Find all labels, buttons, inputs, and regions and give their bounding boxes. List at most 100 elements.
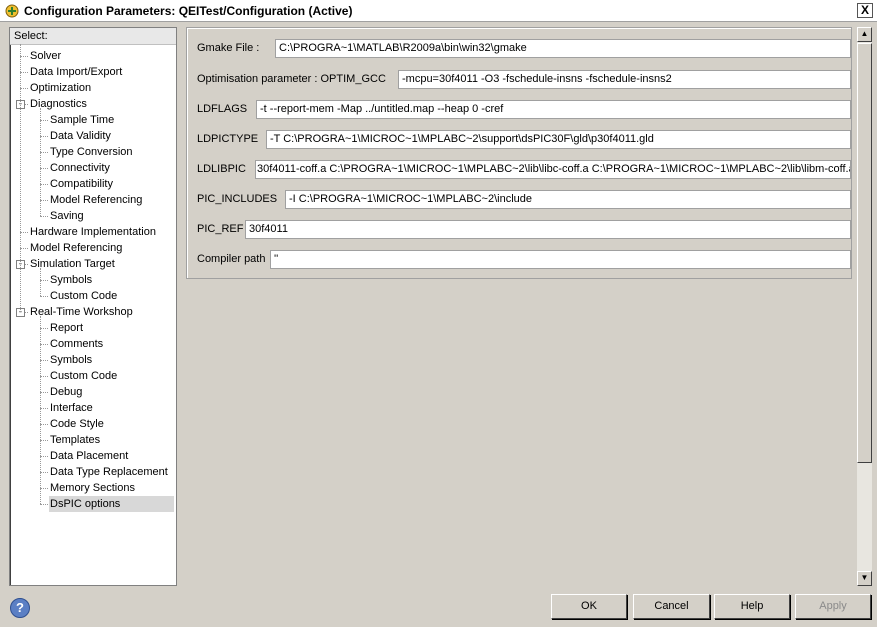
apply-button[interactable]: Apply	[795, 594, 871, 619]
tree-item[interactable]: Custom Code	[49, 288, 174, 304]
pic-ref-field[interactable]: 30f4011	[245, 219, 851, 239]
ldpictype-field[interactable]: -T C:\PROGRA~1\MICROC~1\MPLABC~2\support…	[266, 129, 851, 149]
pic-includes-label: PIC_INCLUDES	[197, 193, 278, 205]
tree-item[interactable]: Debug	[49, 384, 174, 400]
scroll-down-icon[interactable]: ▼	[857, 571, 872, 586]
scroll-thumb[interactable]	[857, 43, 872, 463]
tree-item-label: Sample Time	[50, 114, 115, 126]
tree-item-label: Templates	[50, 434, 101, 446]
ldlibpic-label: LDLIBPIC	[197, 163, 246, 175]
tree-item[interactable]: Model Referencing	[49, 192, 174, 208]
ok-button[interactable]: OK	[551, 594, 627, 619]
tree-item[interactable]: Templates	[49, 432, 174, 448]
tree-connector	[20, 248, 28, 249]
tree-trunk	[40, 108, 41, 216]
tree-item[interactable]: Solver	[29, 48, 174, 64]
row-ldflags: LDFLAGS -t --report-mem -Map ../untitled…	[197, 99, 851, 119]
compiler-path-field[interactable]: ''	[270, 249, 851, 269]
tree-item[interactable]: Connectivity	[49, 160, 174, 176]
tree-connector	[40, 376, 48, 377]
gmake-label: Gmake File :	[197, 42, 260, 54]
tree-item[interactable]: Diagnostics	[29, 96, 174, 112]
tree-header: Select:	[10, 28, 176, 45]
tree-item[interactable]: Symbols	[49, 272, 174, 288]
row-pic-includes: PIC_INCLUDES -I C:\PROGRA~1\MICROC~1\MPL…	[197, 189, 851, 209]
tree-item-label: Model Referencing	[50, 194, 143, 206]
optim-label: Optimisation parameter : OPTIM_GCC	[197, 73, 386, 85]
tree-item[interactable]: Custom Code	[49, 368, 174, 384]
tree-item[interactable]: Saving	[49, 208, 174, 224]
tree-item[interactable]: Code Style	[49, 416, 174, 432]
tree-connector	[20, 72, 28, 73]
tree-item-label: Report	[50, 322, 84, 334]
ldflags-field[interactable]: -t --report-mem -Map ../untitled.map --h…	[256, 99, 851, 119]
optim-field[interactable]: -mcpu=30f4011 -O3 -fschedule-insns -fsch…	[398, 69, 851, 89]
tree-item-label: Hardware Implementation	[30, 226, 156, 238]
tree-connector	[20, 88, 28, 89]
title-bar: Configuration Parameters: QEITest/Config…	[0, 0, 877, 22]
tree-panel: Select: Solver Data Import/Export Optimiza…	[9, 27, 177, 586]
tree-item-label: Data Validity	[50, 130, 111, 142]
tree-item-label: Memory Sections	[50, 482, 135, 494]
row-ldpictype: LDPICTYPE -T C:\PROGRA~1\MICROC~1\MPLABC…	[197, 129, 851, 149]
tree-connector	[40, 200, 48, 201]
tree-item-label: Data Placement	[50, 450, 129, 462]
tree-connector	[40, 408, 48, 409]
scroll-up-icon[interactable]: ▲	[857, 27, 872, 42]
tree-connector	[40, 472, 48, 473]
tree-item[interactable]: Symbols	[49, 352, 174, 368]
tree-item-label: Symbols	[50, 274, 93, 286]
tree-item-label: Data Import/Export	[30, 66, 123, 78]
question-icon[interactable]: ?	[10, 598, 30, 618]
vertical-scrollbar[interactable]: ▲ ▼	[857, 27, 872, 586]
tree-connector	[20, 232, 28, 233]
tree-item-label: Compatibility	[50, 178, 113, 190]
tree-item-label: Saving	[50, 210, 84, 222]
tree-connector	[40, 184, 48, 185]
tree-connector	[40, 120, 48, 121]
tree-connector	[40, 280, 48, 281]
simulink-icon	[5, 4, 19, 17]
tree-connector	[40, 440, 48, 441]
tree-connector	[40, 152, 48, 153]
ldpictype-label: LDPICTYPE	[197, 133, 259, 145]
tree-item[interactable]: Model Referencing	[29, 240, 174, 256]
tree-item[interactable]: Interface	[49, 400, 174, 416]
tree-item-label: Comments	[50, 338, 104, 350]
tree-item[interactable]: Simulation Target	[29, 256, 174, 272]
tree-item[interactable]: DsPIC options	[49, 496, 174, 512]
tree-item[interactable]: Data Placement	[49, 448, 174, 464]
tree-item[interactable]: Memory Sections	[49, 480, 174, 496]
tree-item[interactable]: Data Validity	[49, 128, 174, 144]
compiler-path-label: Compiler path	[197, 253, 266, 265]
tree-item-label: DsPIC options	[50, 498, 121, 510]
help-button[interactable]: Help	[714, 594, 790, 619]
tree-item-label: Model Referencing	[30, 242, 123, 254]
tree-item[interactable]: Report	[49, 320, 174, 336]
tree-item[interactable]: Data Import/Export	[29, 64, 174, 80]
tree-item-label: Connectivity	[50, 162, 110, 174]
ldlibpic-field[interactable]: 30f4011-coff.a C:\PROGRA~1\MICROC~1\MPLA…	[255, 159, 851, 179]
tree-item[interactable]: Comments	[49, 336, 174, 352]
tree-item-label: Diagnostics	[30, 98, 87, 110]
tree-item[interactable]: Real-Time Workshop	[29, 304, 174, 320]
tree-item[interactable]: Optimization	[29, 80, 174, 96]
tree-item[interactable]: Compatibility	[49, 176, 174, 192]
tree-item-label: Custom Code	[50, 370, 118, 382]
tree-item[interactable]: Type Conversion	[49, 144, 174, 160]
tree-item-label: Simulation Target	[30, 258, 115, 270]
row-pic-ref: PIC_REF 30f4011	[197, 219, 851, 239]
cancel-button[interactable]: Cancel	[633, 594, 710, 619]
tree-item-label: Optimization	[30, 82, 92, 94]
tree-item-label: Symbols	[50, 354, 93, 366]
tree-item-label: Debug	[50, 386, 83, 398]
tree-item[interactable]: Data Type Replacement	[49, 464, 174, 480]
tree-item[interactable]: Hardware Implementation	[29, 224, 174, 240]
tree-connector	[40, 344, 48, 345]
tree-item[interactable]: Sample Time	[49, 112, 174, 128]
gmake-field[interactable]: C:\PROGRA~1\MATLAB\R2009a\bin\win32\gmak…	[275, 38, 851, 58]
pic-ref-label: PIC_REF	[197, 223, 244, 235]
tree-connector	[40, 296, 48, 297]
pic-includes-field[interactable]: -I C:\PROGRA~1\MICROC~1\MPLABC~2\include	[285, 189, 851, 209]
close-button[interactable]: X	[857, 3, 873, 18]
